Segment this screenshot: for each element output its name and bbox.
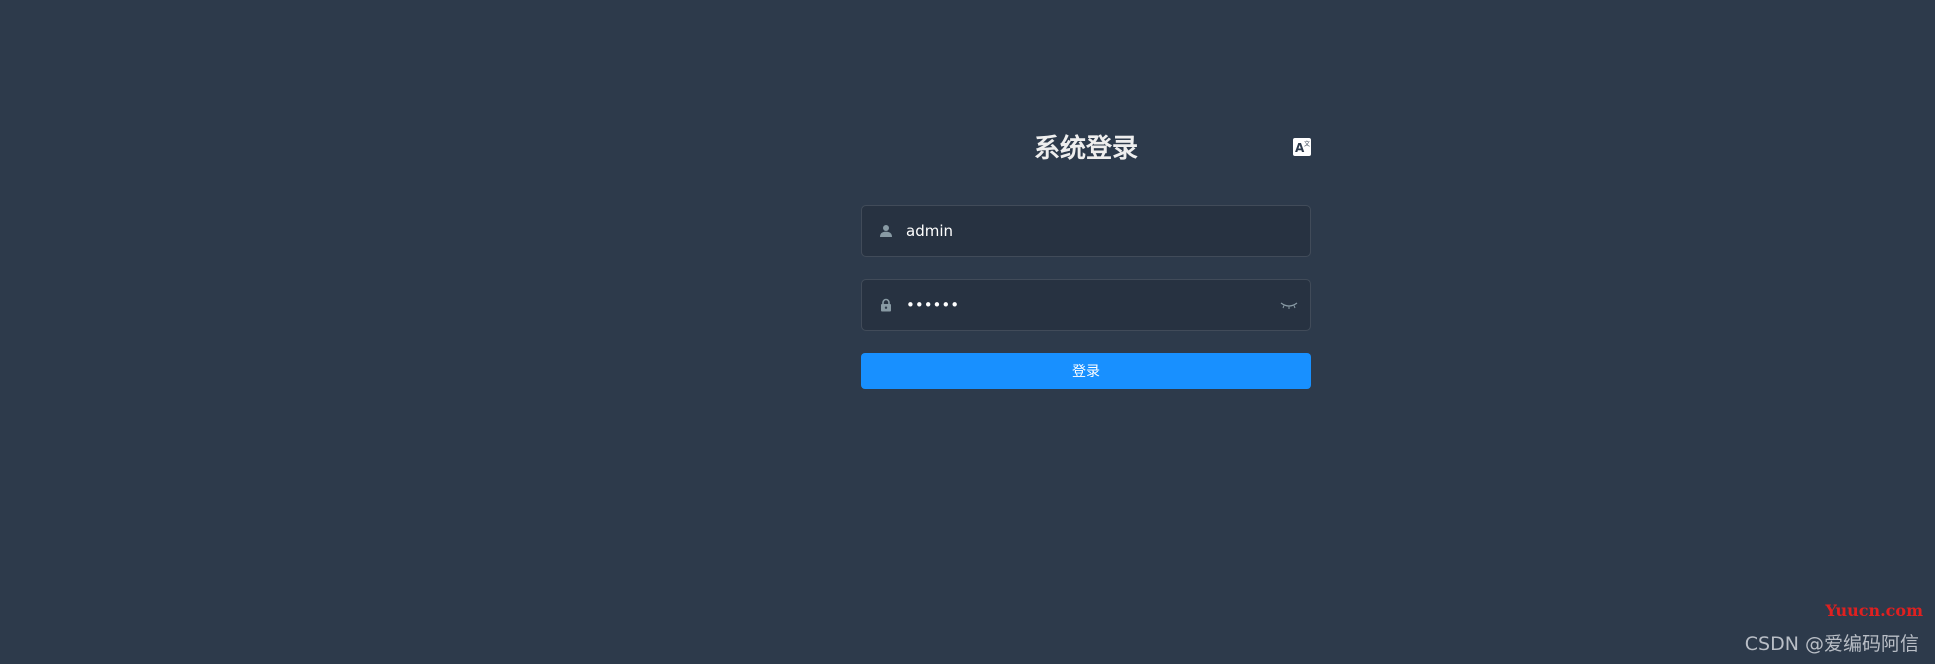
username-field [861,205,1311,257]
password-input[interactable] [906,282,1278,328]
page-title: 系统登录 [1033,134,1138,164]
username-input[interactable] [906,208,1310,254]
author-watermark: CSDN @爱编码阿信 [1744,633,1919,655]
lock-icon [876,295,896,315]
login-form: 系统登录 A 文 admin 登录 [861,128,1311,389]
translate-icon[interactable]: A 文 [1293,138,1311,156]
title-row: 系统登录 A 文 [861,128,1311,170]
translate-icon-glyph: A 文 [1295,140,1310,155]
site-watermark: Yuucn.com [1825,601,1923,620]
svg-text:文: 文 [1304,140,1310,148]
user-icon [876,221,896,241]
login-button[interactable]: 登录 [861,353,1311,389]
eye-closed-icon[interactable] [1278,298,1300,312]
password-field [861,279,1311,331]
